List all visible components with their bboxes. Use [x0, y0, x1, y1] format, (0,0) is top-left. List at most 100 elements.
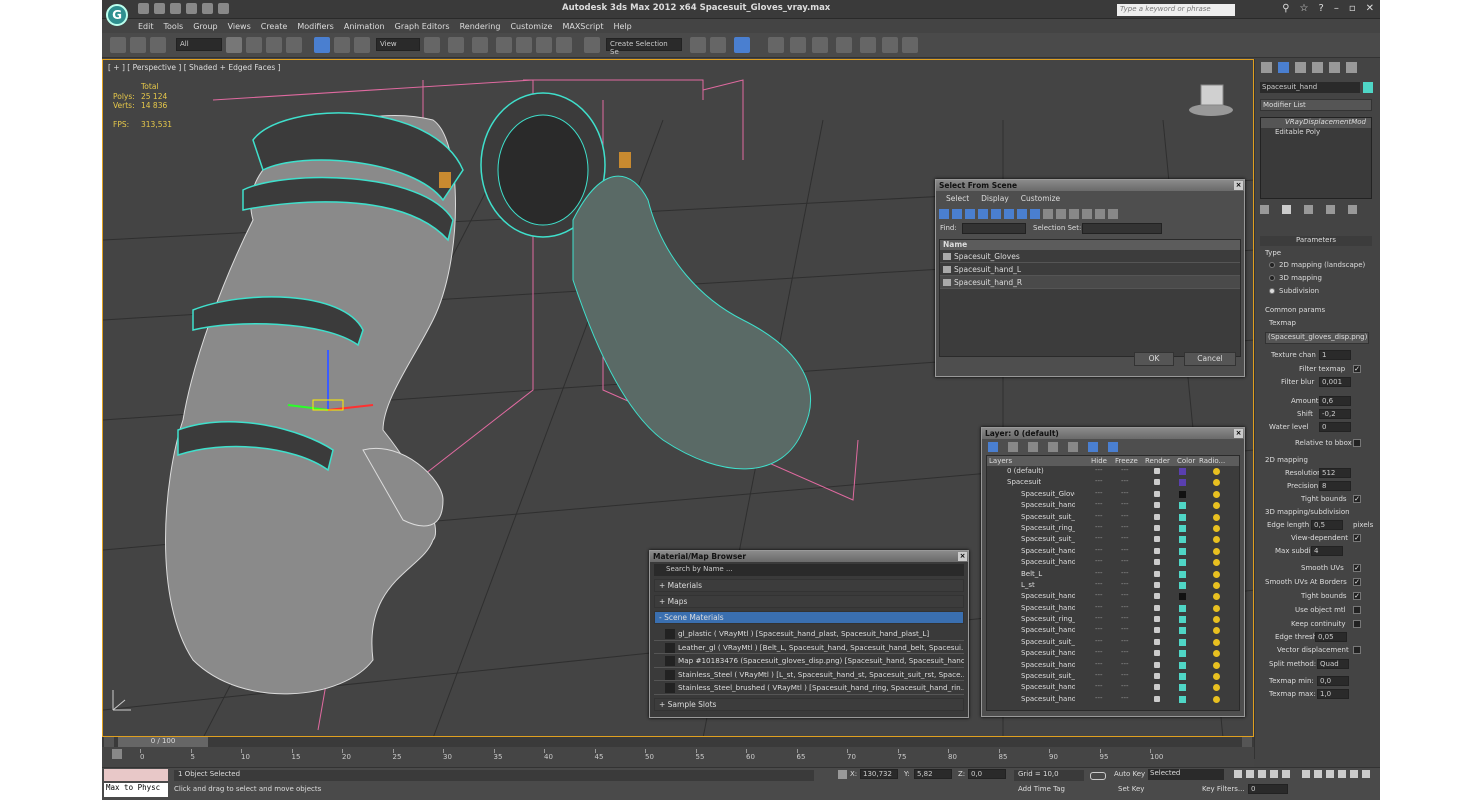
stack-item-vraydisplacement[interactable]: VRayDisplacementMod — [1261, 118, 1371, 128]
layer-row[interactable]: 0 (default) --- --- — [987, 466, 1239, 477]
edge-length-field[interactable]: 0,5 — [1311, 520, 1343, 530]
sfs-menu-customize[interactable]: Customize — [1021, 194, 1060, 203]
resolution-field[interactable]: 512 — [1319, 468, 1351, 478]
freeze-toggle[interactable]: --- — [1121, 580, 1129, 588]
close-browser-button[interactable]: × — [958, 552, 967, 561]
hide-toggle[interactable]: --- — [1095, 614, 1103, 622]
render-toggle[interactable] — [1154, 502, 1160, 509]
help-search-input[interactable]: Type a keyword or phrase — [1117, 4, 1235, 16]
reference-coordinate-dropdown[interactable]: View — [376, 38, 420, 51]
water-level-field[interactable]: 0 — [1319, 422, 1351, 432]
layer-color-swatch[interactable] — [1179, 627, 1186, 635]
layer-color-swatch[interactable] — [1179, 638, 1186, 646]
layer-col-5[interactable]: Radio... — [1199, 457, 1225, 465]
remove-modifier-icon[interactable] — [1326, 205, 1335, 214]
perspective-viewport[interactable]: [ + ] [ Perspective ] [ Shaded + Edged F… — [102, 59, 1254, 737]
hide-toggle[interactable]: --- — [1095, 534, 1103, 542]
select-in-layer-icon[interactable] — [1048, 442, 1058, 452]
scene-material-item[interactable]: gl_plastic ( VRayMtl ) [Spacesuit_hand_p… — [654, 627, 964, 641]
layer-color-swatch[interactable] — [1179, 673, 1186, 681]
hide-toggle[interactable]: --- — [1095, 648, 1103, 656]
layer-color-swatch[interactable] — [1179, 513, 1186, 521]
freeze-toggle[interactable]: --- — [1121, 466, 1129, 474]
layer-col-2[interactable]: Freeze — [1115, 457, 1138, 465]
layer-row[interactable]: Spacesuit_hand --- --- — [987, 625, 1239, 636]
play-icon[interactable] — [1258, 770, 1266, 778]
hide-toggle[interactable]: --- — [1095, 466, 1103, 474]
radiosity-toggle[interactable] — [1213, 638, 1220, 646]
filter-type-icon[interactable] — [991, 209, 1001, 219]
motion-tab-icon[interactable] — [1312, 62, 1323, 73]
time-slider[interactable]: 0 / 100 — [102, 737, 1254, 747]
cancel-button[interactable]: Cancel — [1184, 352, 1236, 366]
spinner-snap-icon[interactable] — [556, 37, 572, 53]
smooth-uvs-check[interactable]: ✓ — [1353, 564, 1361, 572]
menu-modifiers[interactable]: Modifiers — [297, 22, 334, 31]
select-by-name-icon[interactable] — [246, 37, 262, 53]
menu-views[interactable]: Views — [228, 22, 251, 31]
graphite-ribbon-icon[interactable] — [768, 37, 784, 53]
filter-type-icon[interactable] — [1082, 209, 1092, 219]
menu-animation[interactable]: Animation — [344, 22, 385, 31]
viewcube-icon[interactable] — [1189, 84, 1233, 116]
close-layer-button[interactable]: × — [1234, 429, 1243, 438]
key-icon[interactable] — [1090, 772, 1106, 780]
layer-color-swatch[interactable] — [1179, 616, 1186, 624]
layer-row[interactable]: Spacesuit_suit_r --- --- — [987, 637, 1239, 648]
keep-continuity-check[interactable] — [1353, 620, 1361, 628]
menu-tools[interactable]: Tools — [164, 22, 184, 31]
scene-material-item[interactable]: Stainless_Steel ( VRayMtl ) [L_st, Space… — [654, 667, 964, 681]
render-toggle[interactable] — [1154, 695, 1160, 702]
menu-rendering[interactable]: Rendering — [460, 22, 501, 31]
layer-col-3[interactable]: Render — [1145, 457, 1170, 465]
filter-type-icon[interactable] — [1095, 209, 1105, 219]
layer-color-swatch[interactable] — [1179, 468, 1186, 475]
next-frame-button[interactable] — [1242, 737, 1252, 747]
layer-row[interactable]: Belt_L --- --- — [987, 569, 1239, 580]
filter-type-icon[interactable] — [1056, 209, 1066, 219]
filter-type-icon[interactable] — [1043, 209, 1053, 219]
display-tab-icon[interactable] — [1329, 62, 1340, 73]
minimize-button[interactable]: – — [1334, 3, 1339, 14]
radiosity-toggle[interactable] — [1213, 559, 1220, 567]
texture-chan-field[interactable]: 1 — [1319, 350, 1351, 360]
scene-object-row[interactable]: Spacesuit_Gloves — [940, 250, 1240, 263]
render-toggle[interactable] — [1154, 638, 1160, 645]
radiosity-toggle[interactable] — [1213, 490, 1220, 498]
vector-displacement-check[interactable] — [1353, 646, 1361, 654]
layer-row[interactable]: Spacesuit_ring_f --- --- — [987, 523, 1239, 534]
object-color-swatch[interactable] — [1363, 82, 1373, 93]
undo-icon[interactable] — [186, 3, 197, 14]
hide-all-icon[interactable] — [1088, 442, 1098, 452]
radiosity-toggle[interactable] — [1213, 479, 1220, 487]
render-toggle[interactable] — [1154, 547, 1160, 554]
track-bar[interactable]: 0 5 10 15 20 25 30 35 40 45 50 55 60 65 70 75 80 85 90 95 10… — [140, 749, 1218, 765]
view-dependent-check[interactable]: ✓ — [1353, 534, 1361, 542]
layer-color-swatch[interactable] — [1179, 536, 1186, 544]
hide-toggle[interactable]: --- — [1095, 671, 1103, 679]
hide-toggle[interactable]: --- — [1095, 682, 1103, 690]
texmap-button[interactable]: (Spacesuit_gloves_disp.png) — [1265, 332, 1369, 344]
next-key-icon[interactable] — [1270, 770, 1278, 778]
open-file-icon[interactable] — [154, 3, 165, 14]
left-glove-mesh[interactable] — [165, 112, 464, 695]
filter-type-icon[interactable] — [939, 209, 949, 219]
layer-color-swatch[interactable] — [1179, 695, 1186, 703]
layer-row[interactable]: L_st --- --- — [987, 580, 1239, 591]
render-toggle[interactable] — [1154, 661, 1160, 668]
prev-key-icon[interactable] — [1246, 770, 1254, 778]
filter-type-icon[interactable] — [952, 209, 962, 219]
layer-manager-icon[interactable] — [734, 37, 750, 53]
radiosity-toggle[interactable] — [1213, 593, 1220, 601]
radiosity-toggle[interactable] — [1213, 468, 1220, 475]
window-crossing-icon[interactable] — [286, 37, 302, 53]
hide-toggle[interactable]: --- — [1095, 580, 1103, 588]
freeze-toggle[interactable]: --- — [1121, 477, 1129, 485]
freeze-toggle[interactable]: --- — [1121, 557, 1129, 565]
render-toggle[interactable] — [1154, 627, 1160, 634]
zoom-icon[interactable] — [1302, 770, 1310, 778]
viewport-label-menu[interactable]: [ + ] [ Perspective ] [ Shaded + Edged F… — [108, 63, 281, 72]
hide-toggle[interactable]: --- — [1095, 625, 1103, 633]
schematic-view-icon[interactable] — [812, 37, 828, 53]
mini-curve-icon[interactable] — [112, 749, 122, 759]
